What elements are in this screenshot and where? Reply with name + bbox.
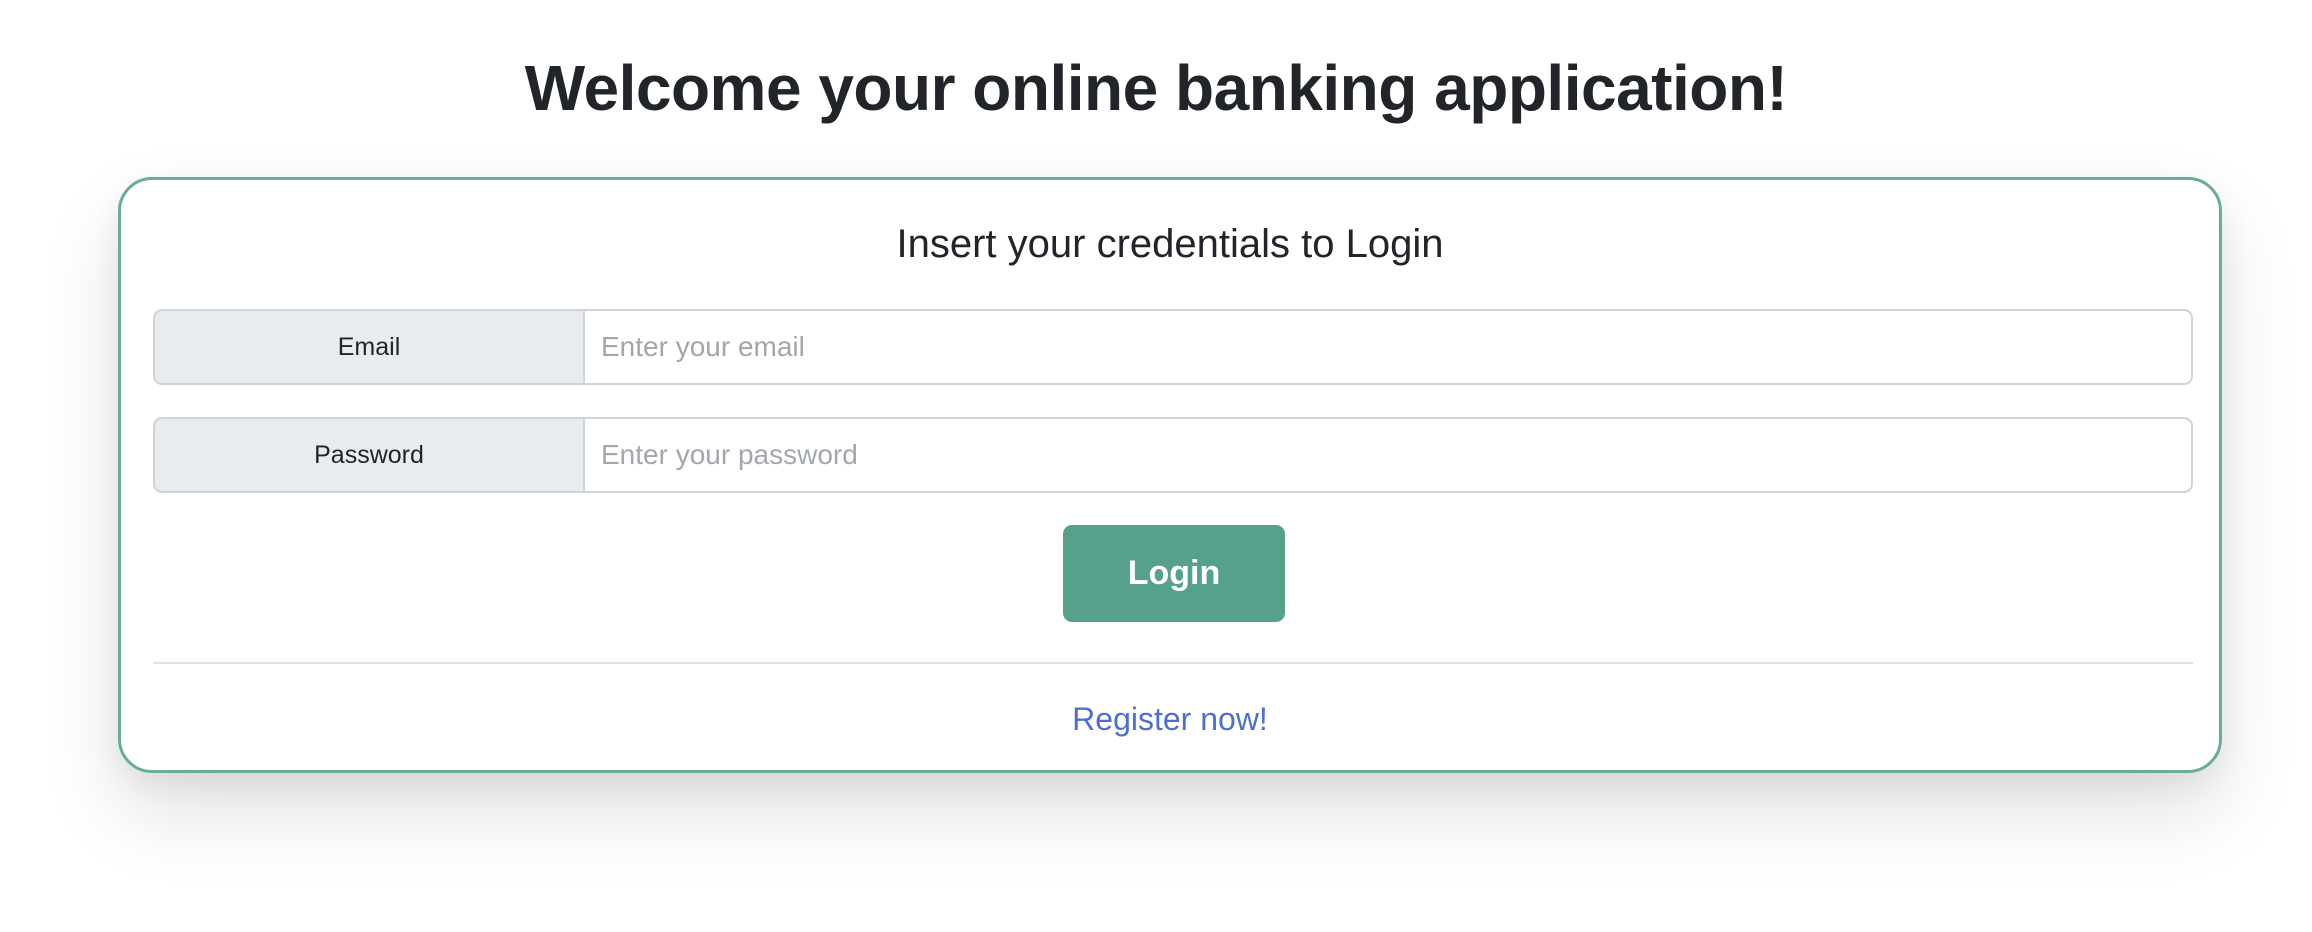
password-field[interactable] [583, 417, 2193, 493]
login-button[interactable]: Login [1063, 525, 1285, 622]
register-link[interactable]: Register now! [1072, 701, 1268, 737]
email-field[interactable] [583, 309, 2193, 385]
divider [153, 662, 2193, 664]
page-title: Welcome your online banking application! [524, 52, 1788, 124]
register-link-row: Register now! [121, 699, 2219, 739]
email-label: Email [153, 309, 583, 385]
email-input-group: Email [153, 309, 2193, 385]
login-card-heading: Insert your credentials to Login [896, 222, 1444, 266]
login-card: Insert your credentials to Login Email P… [118, 177, 2222, 773]
password-label: Password [153, 417, 583, 493]
password-input-group: Password [153, 417, 2193, 493]
